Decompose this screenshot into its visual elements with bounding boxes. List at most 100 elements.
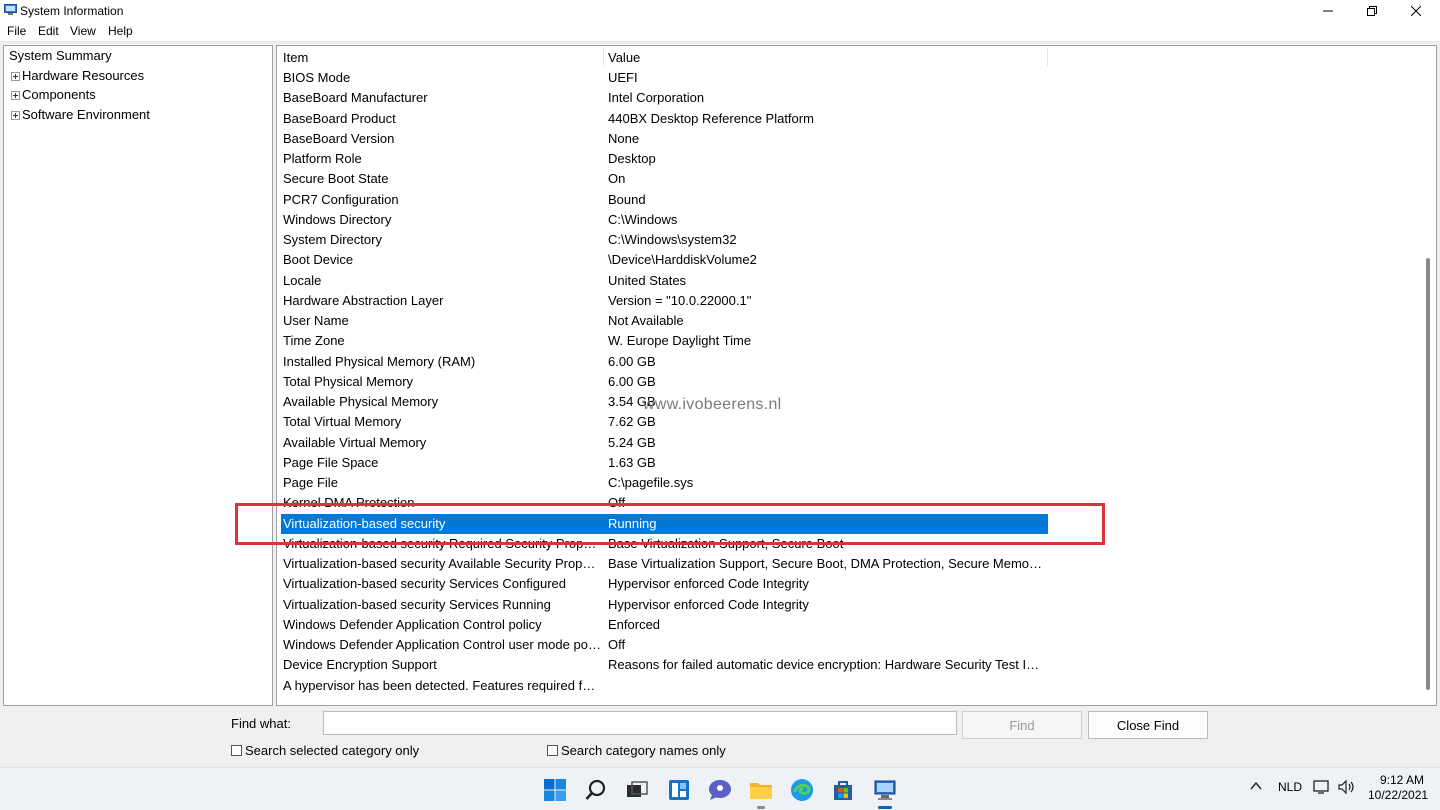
table-row[interactable]: Secure Boot State On — [281, 169, 1048, 189]
cell-value: UEFI — [608, 70, 638, 85]
table-row[interactable]: Page File Space 1.63 GB — [281, 453, 1048, 473]
cell-item: Device Encryption Support — [283, 657, 437, 673]
cell-value: On — [608, 171, 626, 187]
cell-item: Locale — [283, 272, 322, 288]
table-row[interactable]: Windows Defender Application Control use… — [281, 635, 1048, 655]
table-row[interactable]: Total Physical Memory 6.00 GB — [281, 372, 1048, 392]
close-button[interactable] — [1394, 0, 1438, 22]
table-row[interactable]: BaseBoard Manufacturer Intel Corporation — [281, 88, 1048, 108]
table-row[interactable]: Page File C:\pagefile.sys — [281, 473, 1048, 493]
table-row[interactable]: BIOS Mode UEFI — [281, 68, 1048, 88]
cell-value: W. Europe Daylight Time — [608, 333, 752, 349]
checkbox-box[interactable] — [547, 745, 558, 756]
menu-view[interactable]: View — [70, 24, 96, 38]
list-header: Item Value — [277, 46, 1048, 68]
table-row[interactable]: Windows Directory C:\Windows — [281, 210, 1048, 230]
cell-item: Windows Defender Application Control pol… — [283, 616, 542, 632]
chat-button[interactable] — [705, 775, 735, 805]
cell-item: User Name — [283, 313, 349, 328]
table-row[interactable]: Locale United States — [281, 271, 1048, 291]
expand-icon[interactable] — [11, 91, 20, 100]
start-icon — [544, 779, 566, 801]
show-hidden-icons-button[interactable] — [1249, 779, 1263, 796]
table-row[interactable]: Windows Defender Application Control pol… — [281, 615, 1048, 635]
system-information-taskbar-button[interactable] — [870, 775, 900, 805]
cell-value: C:\pagefile.sys — [608, 475, 694, 490]
cell-item: A hypervisor has been detected. Features… — [283, 677, 601, 693]
table-row[interactable]: Device Encryption Support Reasons for fai… — [281, 655, 1048, 675]
tree-item-components[interactable]: Components — [11, 87, 96, 105]
cell-item: PCR7 Configuration — [283, 191, 399, 207]
task-view-button[interactable] — [622, 775, 652, 805]
search-button[interactable] — [581, 775, 611, 805]
cell-value: 5.24 GB — [608, 434, 656, 450]
table-row[interactable]: Virtualization-based security Services R… — [281, 595, 1048, 615]
edge-button[interactable] — [787, 775, 817, 805]
cell-value: Off — [608, 637, 626, 652]
details-list[interactable]: Item Value BIOS Mode UEFI BaseBoard Manufa… — [276, 45, 1437, 706]
cell-value: 440BX Desktop Reference Platform — [608, 110, 814, 126]
store-button[interactable] — [828, 775, 858, 805]
start-button[interactable] — [540, 775, 570, 805]
table-row[interactable]: Time Zone W. Europe Daylight Time — [281, 331, 1048, 351]
checkbox-box[interactable] — [231, 745, 242, 756]
table-row[interactable]: PCR7 Configuration Bound — [281, 190, 1048, 210]
restore-button[interactable] — [1350, 0, 1394, 22]
clock[interactable]: 9:12 AM 10/22/2021 — [1368, 773, 1429, 803]
table-row[interactable]: Available Virtual Memory 5.24 GB — [281, 433, 1048, 453]
menu-help[interactable]: Help — [108, 24, 133, 38]
cell-value: Reasons for failed automatic device encr… — [608, 657, 1044, 673]
table-row[interactable]: System Directory C:\Windows\system32 — [281, 230, 1048, 250]
vertical-scrollbar[interactable] — [1422, 48, 1434, 703]
table-row[interactable]: Platform Role Desktop — [281, 149, 1048, 169]
chat-icon — [709, 780, 731, 800]
expand-icon[interactable] — [11, 111, 20, 120]
column-divider[interactable] — [1047, 48, 1048, 66]
tree-item-system-summary[interactable]: System Summary — [7, 48, 114, 66]
column-header-value[interactable]: Value — [608, 50, 640, 65]
widgets-button[interactable] — [664, 775, 694, 805]
search-icon — [585, 779, 606, 800]
cell-item: System Directory — [283, 232, 382, 247]
find-input[interactable] — [323, 711, 957, 735]
system-information-icon — [4, 4, 17, 15]
table-row[interactable]: Virtualization-based security Available … — [281, 554, 1048, 574]
menu-file[interactable]: File — [7, 24, 26, 38]
cell-item: Platform Role — [283, 151, 362, 166]
table-row[interactable]: Virtualization-based security Services C… — [281, 574, 1048, 594]
active-indicator — [878, 806, 892, 809]
find-label: Find what: — [231, 716, 291, 731]
find-button[interactable]: Find — [962, 711, 1082, 739]
cell-item: Page File — [283, 475, 338, 490]
search-category-names-checkbox[interactable]: Search category names only — [547, 743, 726, 758]
running-indicator — [757, 806, 765, 809]
table-row[interactable]: Total Virtual Memory 7.62 GB — [281, 412, 1048, 432]
minimize-button[interactable] — [1306, 0, 1350, 22]
table-row[interactable]: Installed Physical Memory (RAM) 6.00 GB — [281, 352, 1048, 372]
scrollbar-thumb[interactable] — [1426, 258, 1430, 690]
language-indicator[interactable]: NLD — [1278, 780, 1302, 794]
table-row[interactable]: Hardware Abstraction Layer Version = "10.… — [281, 291, 1048, 311]
column-header-item[interactable]: Item — [283, 50, 308, 65]
search-selected-category-checkbox[interactable]: Search selected category only — [231, 743, 419, 758]
table-row[interactable]: User Name Not Available — [281, 311, 1048, 331]
cell-item: Secure Boot State — [283, 171, 389, 187]
network-icon[interactable] — [1313, 779, 1331, 798]
cell-item: BaseBoard Manufacturer — [283, 90, 428, 106]
file-explorer-button[interactable] — [746, 775, 776, 805]
table-row[interactable]: BaseBoard Product 440BX Desktop Reference… — [281, 109, 1048, 129]
close-find-button[interactable]: Close Find — [1088, 711, 1208, 739]
menu-edit[interactable]: Edit — [38, 24, 59, 38]
tree-item-hardware-resources[interactable]: Hardware Resources — [11, 68, 144, 86]
table-row[interactable]: Boot Device \Device\HarddiskVolume2 — [281, 250, 1048, 270]
volume-icon[interactable] — [1338, 779, 1356, 798]
table-row[interactable]: BaseBoard Version None — [281, 129, 1048, 149]
cell-value: Desktop — [608, 151, 656, 166]
expand-icon[interactable] — [11, 72, 20, 81]
clock-date: 10/22/2021 — [1368, 788, 1429, 802]
find-bar: Find what: Find Close Find Search select… — [0, 707, 1440, 767]
column-divider[interactable] — [603, 48, 604, 66]
cell-value: None — [608, 130, 640, 146]
table-row[interactable]: A hypervisor has been detected. Features… — [281, 676, 1048, 696]
tree-item-software-environment[interactable]: Software Environment — [11, 107, 150, 125]
